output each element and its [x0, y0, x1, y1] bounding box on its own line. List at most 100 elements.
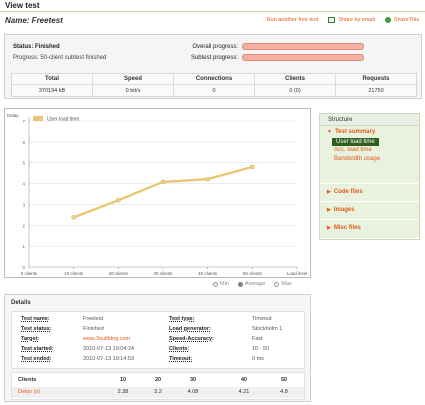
delay-metrics-table: Clients 10 20 30 40 50 Delay (s) 2.38 3.…: [11, 372, 305, 400]
legend-swatch: [33, 116, 43, 121]
y-axis-label: Delay: [7, 113, 19, 118]
series-line: [73, 165, 253, 219]
target-link[interactable]: www.3sultblog.com: [83, 336, 130, 342]
x-tick-label: 50 clients: [243, 271, 263, 276]
section-title: Code files: [333, 189, 363, 195]
option-average[interactable]: Average: [237, 281, 266, 287]
stat-total: Total 370194 kB: [12, 74, 93, 96]
data-point: [160, 179, 166, 185]
metrics-column: 40: [240, 377, 248, 383]
stat-value: 0 bit/s: [125, 88, 141, 94]
email-icon: [328, 17, 336, 23]
detail-label: Timeout:: [169, 356, 193, 362]
radio-max[interactable]: [274, 281, 280, 287]
option-min[interactable]: Min: [213, 281, 229, 287]
x-tick-label: 0 clients: [21, 271, 38, 276]
overall-progress-label: Overall progress:: [192, 43, 238, 50]
section-test-summary-toggle[interactable]: ▼ Test summary: [320, 126, 419, 138]
metrics-value: 3.2: [154, 389, 162, 395]
stat-label: Total: [12, 74, 92, 85]
stat-value: 0 (0): [289, 88, 301, 94]
structure-panel: Structure ▼ Test summary User load time A…: [319, 113, 420, 240]
detail-label: Test status:: [21, 326, 52, 332]
details-table: Test name: Freetest Test status: Finishe…: [11, 311, 305, 369]
share-by-email-label: Share by email: [338, 17, 375, 23]
stat-label: Clients: [255, 74, 335, 85]
metrics-column: 30: [189, 377, 197, 383]
metrics-delay-row: Delay (s) 2.38 3.2 4.08 4.21 4.8: [12, 387, 304, 398]
y-tick-label: 6: [22, 140, 25, 145]
section-code-files: ▶ Code files: [320, 184, 419, 202]
x-tick-label: 30 clients: [153, 271, 173, 276]
detail-value: Stockholm 1: [252, 326, 283, 332]
legend-label: User load time: [47, 117, 79, 123]
detail-value: Fast: [252, 336, 263, 342]
details-panel: Details Test name: Freetest Test status:…: [4, 294, 311, 402]
load-time-chart: 0 1 2 3 4 5 6 7 0 clients 10 clients 20 clients 30 …: [4, 108, 311, 278]
structure-item-acc-load-time[interactable]: Acc. load time: [320, 146, 419, 155]
metrics-header-row: Clients 10 20 30 40 50: [12, 375, 304, 386]
triangle-right-icon: ▶: [327, 207, 331, 213]
triangle-right-icon: ▶: [327, 189, 331, 195]
option-min-label: Min: [220, 281, 229, 287]
y-tick-label: 0: [22, 265, 25, 270]
option-average-label: Average: [244, 281, 266, 287]
run-another-test-link[interactable]: Run another free test: [267, 17, 319, 23]
y-tick-label: 5: [22, 161, 25, 166]
section-test-summary: ▼ Test summary User load time Acc. load t…: [320, 126, 419, 184]
section-misc-files: ▶ Misc files: [320, 220, 419, 239]
y-tick-label: 4: [22, 182, 25, 187]
page-title-bar: View test: [0, 0, 425, 12]
x-tick-label: 10 clients: [64, 271, 84, 276]
test-name: Name: Freetest: [5, 16, 63, 25]
status-panel: Status: Finished Progress: 50-client sub…: [4, 34, 422, 99]
share-icon: [384, 17, 391, 23]
structure-item-user-load-time[interactable]: User load time: [332, 138, 379, 146]
metrics-row-label: Delay (s): [18, 389, 41, 395]
stat-requests: Requests 21750: [336, 74, 416, 96]
detail-value: 2010-07-13 19:14:53: [83, 356, 135, 362]
x-tick-label: Load level: [287, 271, 308, 276]
status-text: Status: Finished: [13, 44, 60, 50]
data-point: [205, 176, 210, 182]
triangle-down-icon: ▼: [327, 129, 332, 135]
data-point: [116, 198, 121, 203]
detail-value: Freetest: [83, 316, 104, 322]
action-links: Run another free test Share by email Sha…: [267, 17, 419, 23]
triangle-right-icon: ▶: [327, 225, 331, 231]
structure-item-bandwidth-usage[interactable]: Bandwidth usage: [320, 155, 419, 164]
detail-label: Test started:: [21, 346, 54, 352]
option-max[interactable]: Max: [274, 281, 292, 287]
chart-aggregate-options: Min Average Max: [213, 281, 292, 287]
stat-clients: Clients 0 (0): [255, 74, 336, 96]
section-images-toggle[interactable]: ▶ Images: [320, 202, 419, 216]
metrics-header-label: Clients: [18, 377, 37, 383]
metrics-value: 4.8: [280, 389, 288, 395]
stat-speed: Speed 0 bit/s: [93, 74, 174, 96]
radio-min[interactable]: [213, 281, 218, 287]
share-this-link[interactable]: ShareThis: [384, 17, 419, 23]
details-title: Details: [11, 300, 31, 306]
stats-table: Total 370194 kB Speed 0 bit/s Connection…: [11, 73, 417, 97]
radio-average[interactable]: [237, 281, 243, 287]
detail-value: 2010-07-13 19:04:24: [83, 346, 135, 352]
detail-label: Target:: [21, 336, 40, 342]
subtest-progress-bar: [242, 54, 364, 61]
detail-label: Clients:: [169, 346, 190, 352]
x-tick-label: 40 clients: [198, 271, 218, 276]
share-by-email-link[interactable]: Share by email: [328, 17, 375, 23]
detail-label: Test name:: [21, 316, 50, 322]
section-title: Images: [333, 207, 355, 213]
detail-label: Speed-Accuracy:: [169, 336, 214, 342]
section-title: Test summary: [334, 129, 376, 135]
x-tick-label: 20 clients: [109, 271, 129, 276]
section-code-files-toggle[interactable]: ▶ Code files: [320, 184, 419, 198]
stat-label: Requests: [336, 74, 416, 85]
section-misc-files-toggle[interactable]: ▶ Misc files: [320, 220, 419, 234]
structure-title: Structure: [320, 114, 419, 126]
metrics-value: 2.38: [117, 389, 129, 395]
share-this-label: ShareThis: [393, 17, 419, 23]
stat-label: Connections: [174, 74, 254, 85]
run-another-test-label: Run another free test: [266, 17, 319, 23]
overall-progress-bar: [242, 43, 364, 50]
